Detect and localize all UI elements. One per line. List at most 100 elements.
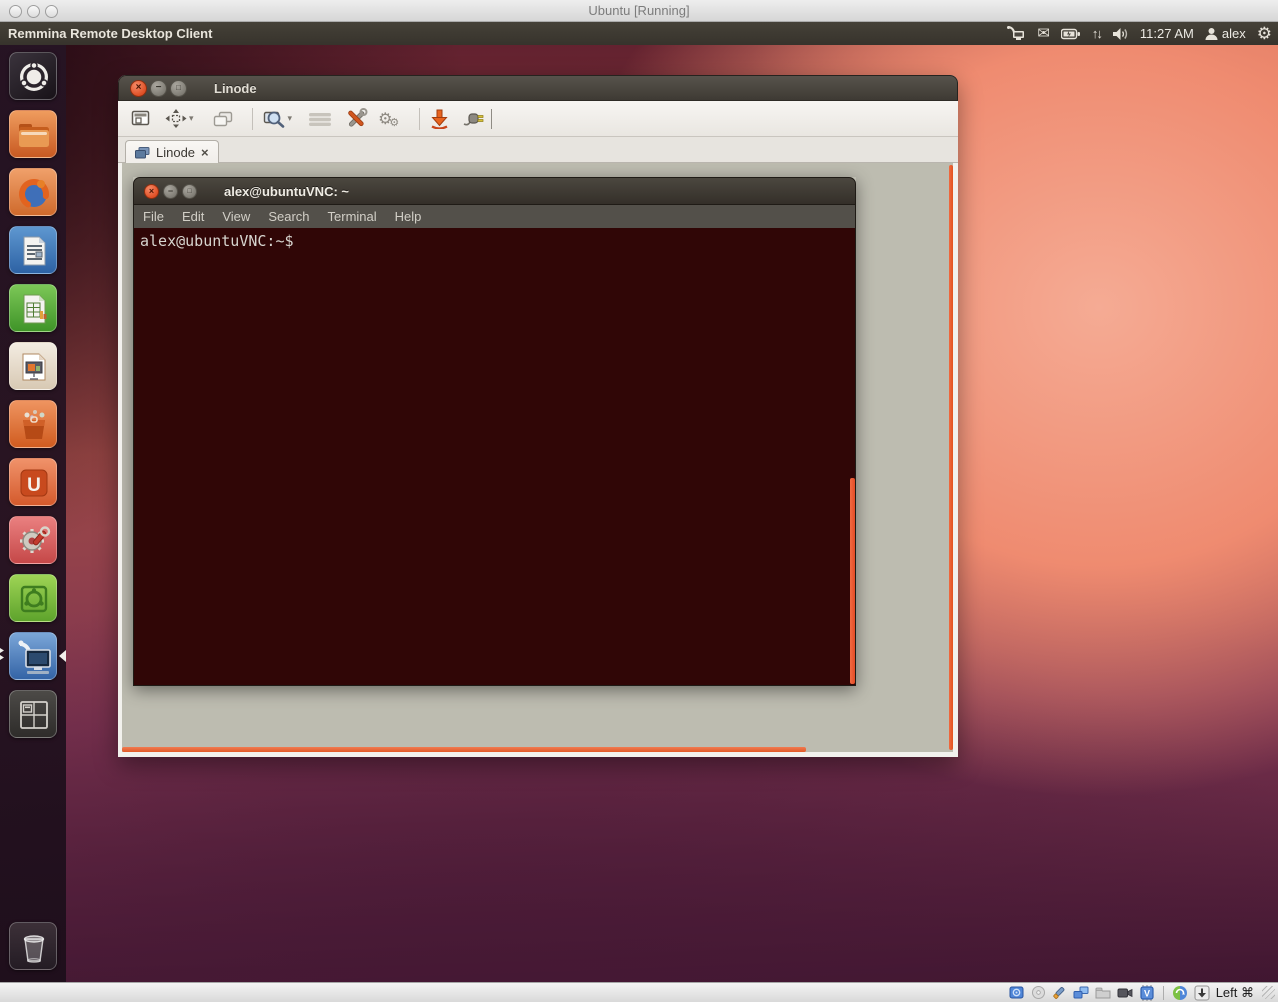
toggle-fullscreen-button[interactable] [130, 105, 151, 133]
workspace-switcher-icon [10, 691, 58, 739]
video-capture-icon[interactable] [1117, 986, 1133, 999]
active-app-title: Remmina Remote Desktop Client [8, 26, 212, 41]
remmina-maximize-button[interactable]: □ [170, 80, 187, 97]
remmina-running-indicator [0, 648, 4, 653]
launcher-item-ubuntu-one[interactable]: U [9, 458, 57, 506]
fullscreen-icon [130, 109, 151, 128]
network-adapters-icon[interactable] [1073, 986, 1089, 1000]
disconnect-button[interactable] [463, 105, 485, 133]
remmina-focused-arrow [59, 650, 66, 662]
remmina-minimize-button[interactable]: − [150, 80, 167, 97]
unity-top-panel: Remmina Remote Desktop Client ✉ ↑↓ [0, 22, 1278, 45]
tab-close-icon[interactable]: × [201, 146, 209, 159]
remote-desktop-area[interactable]: × − □ alex@ubuntuVNC: ~ File Edit View S… [122, 163, 953, 752]
usb-devices-icon[interactable] [1052, 985, 1067, 1000]
menu-search[interactable]: Search [259, 209, 318, 224]
vbox-status-icons: V Left ⌘ [1009, 983, 1275, 1002]
sound-indicator-icon[interactable] [1112, 27, 1129, 41]
launcher-item-workspace-switcher[interactable] [9, 690, 57, 738]
virtualization-features-icon[interactable]: V [1139, 985, 1155, 1001]
minimize-to-tray-button[interactable] [430, 105, 449, 133]
launcher-item-dash-home[interactable] [9, 52, 57, 100]
terminal-close-button[interactable]: × [144, 184, 159, 199]
impress-icon [10, 343, 58, 391]
battery-indicator-icon[interactable] [1061, 28, 1081, 40]
remmina-icon [10, 633, 58, 681]
gears-icon-small: ⚙ [389, 116, 399, 129]
fit-window-button[interactable] [165, 105, 187, 133]
tab-linode[interactable]: Linode × [125, 140, 219, 164]
grab-keyboard-button[interactable] [308, 105, 332, 133]
vbox-separator [1163, 986, 1164, 1000]
duplicate-connection-icon [212, 110, 234, 128]
launcher-item-libreoffice-writer[interactable] [9, 226, 57, 274]
window-resize-grip[interactable] [1262, 986, 1275, 999]
tab-connection-icon [135, 147, 150, 159]
terminal-titlebar[interactable]: × − □ alex@ubuntuVNC: ~ [133, 177, 856, 205]
launcher-item-trash[interactable] [9, 922, 57, 970]
remmina-titlebar[interactable]: × − □ Linode [118, 75, 958, 101]
viewport-horizontal-scrollbar[interactable] [122, 747, 806, 752]
remmina-toolbar: ▾ ▾ [118, 101, 958, 137]
menu-terminal[interactable]: Terminal [319, 209, 386, 224]
terminal-window: × − □ alex@ubuntuVNC: ~ File Edit View S… [133, 177, 856, 686]
software-center-icon [10, 401, 58, 449]
session-gear-icon[interactable]: ⚙ [1257, 25, 1272, 42]
hard-disks-icon[interactable] [1009, 985, 1025, 1000]
menu-file[interactable]: File [134, 209, 173, 224]
duplicate-connection-button[interactable] [212, 105, 234, 133]
disconnect-plug-icon [463, 110, 485, 127]
trash-icon [10, 923, 58, 971]
toolbar-separator-2 [419, 108, 420, 130]
fit-window-dropdown[interactable]: ▾ [189, 113, 194, 124]
terminal-minimize-button[interactable]: − [163, 184, 178, 199]
optical-drives-icon[interactable] [1031, 985, 1046, 1000]
remote-desktop-indicator-icon[interactable] [1006, 26, 1026, 41]
keyboard-capture-icon[interactable] [1194, 985, 1210, 1001]
terminal-body[interactable]: alex@ubuntuVNC:~$ [133, 228, 856, 686]
launcher-item-remmina[interactable] [9, 632, 57, 680]
messages-indicator-icon[interactable]: ✉ [1037, 26, 1050, 41]
viewport-vertical-scrollbar[interactable] [949, 165, 953, 750]
host-window-title: Ubuntu [Running] [0, 0, 1278, 22]
launcher-item-files[interactable] [9, 110, 57, 158]
launcher-item-libreoffice-impress[interactable] [9, 342, 57, 390]
preferences-button[interactable] [344, 105, 368, 133]
zoom-dropdown[interactable]: ▾ [288, 113, 293, 124]
software-updater-icon [10, 575, 58, 623]
network-traffic-indicator-icon[interactable]: ↑↓ [1092, 26, 1101, 41]
system-settings-icon [10, 517, 58, 565]
remmina-window-title: Linode [214, 81, 257, 96]
launcher-item-libreoffice-calc[interactable] [9, 284, 57, 332]
zoom-button[interactable] [263, 105, 286, 133]
vbox-chip-letter: V [1144, 988, 1150, 998]
unity-launcher: U [0, 45, 66, 982]
fit-window-icon [165, 109, 187, 129]
tools-button[interactable]: ⚙⚙ [378, 105, 399, 133]
user-indicator[interactable]: alex [1205, 26, 1246, 41]
launcher-item-firefox[interactable] [9, 168, 57, 216]
down-arrow-icon: ↓ [1096, 26, 1101, 41]
toolbar-separator-1 [252, 108, 253, 130]
terminal-maximize-button[interactable]: □ [182, 184, 197, 199]
terminal-scrollbar-thumb[interactable] [850, 478, 855, 684]
screen: { "host_window": { "title": "Ubuntu [Run… [0, 0, 1278, 1002]
launcher-item-system-settings[interactable] [9, 516, 57, 564]
menu-help[interactable]: Help [386, 209, 431, 224]
host-key-label: Left ⌘ [1216, 985, 1254, 1001]
grab-keyboard-icon [308, 111, 332, 127]
launcher-item-software-updater[interactable] [9, 574, 57, 622]
clock-indicator[interactable]: 11:27 AM [1140, 26, 1194, 41]
menu-edit[interactable]: Edit [173, 209, 213, 224]
files-folder-icon [10, 111, 58, 159]
mouse-integration-icon[interactable] [1172, 985, 1188, 1001]
host-window-titlebar: Ubuntu [Running] [0, 0, 1278, 22]
tab-label: Linode [156, 145, 195, 160]
terminal-window-title: alex@ubuntuVNC: ~ [224, 184, 349, 199]
shared-folders-icon[interactable] [1095, 986, 1111, 999]
launcher-item-ubuntu-software-center[interactable] [9, 400, 57, 448]
remmina-tabbar: Linode × [118, 137, 958, 163]
menu-view[interactable]: View [213, 209, 259, 224]
remmina-viewport: × − □ alex@ubuntuVNC: ~ File Edit View S… [118, 163, 958, 757]
remmina-close-button[interactable]: × [130, 80, 147, 97]
